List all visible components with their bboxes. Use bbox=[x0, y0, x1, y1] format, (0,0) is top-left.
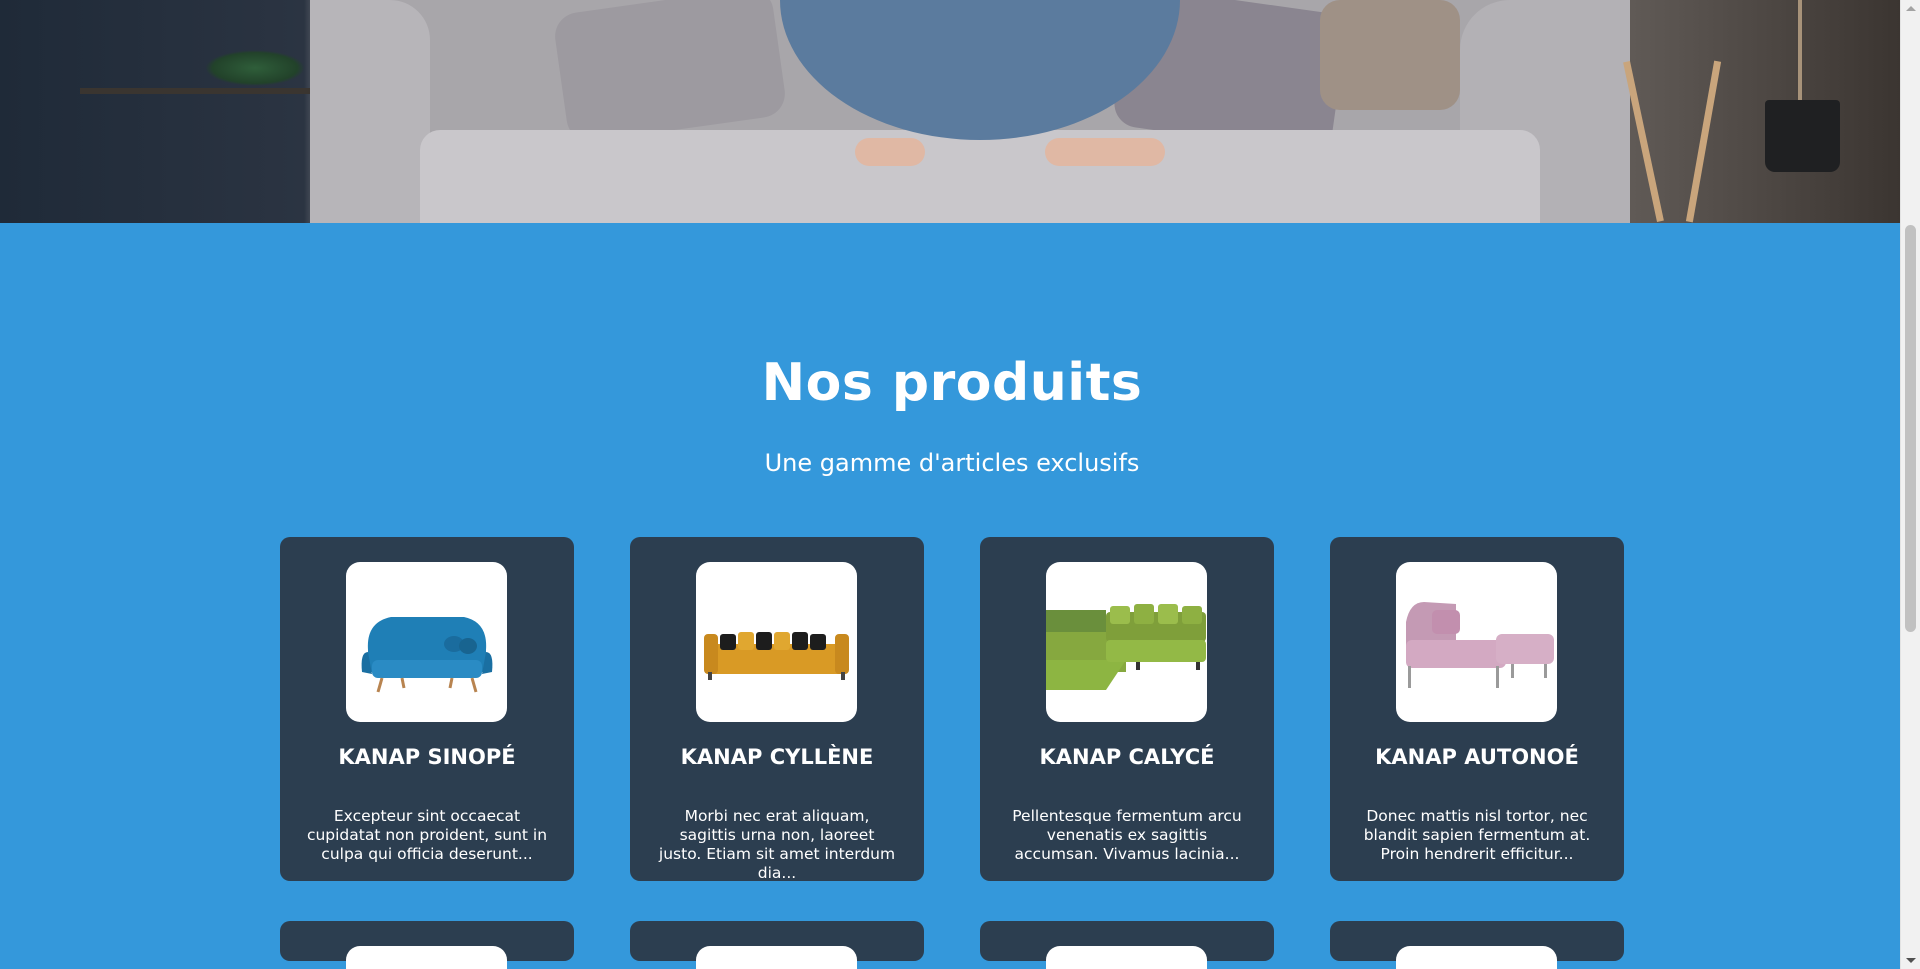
product-image bbox=[696, 562, 857, 722]
yellow-sofa-icon bbox=[704, 632, 849, 680]
product-card[interactable] bbox=[630, 921, 924, 969]
product-image bbox=[1396, 562, 1557, 722]
scroll-down-arrow-icon[interactable] bbox=[1906, 958, 1916, 963]
product-image bbox=[1396, 946, 1557, 969]
scrollbar-thumb[interactable] bbox=[1905, 225, 1916, 632]
product-name: KANAP CALYCÉ bbox=[1039, 745, 1215, 769]
scroll-up-arrow-icon[interactable] bbox=[1906, 6, 1916, 11]
product-image bbox=[1046, 946, 1207, 969]
product-image bbox=[346, 946, 507, 969]
product-name: KANAP SINOPÉ bbox=[338, 745, 516, 769]
pink-sofa-bed-icon bbox=[1406, 602, 1554, 688]
vertical-scrollbar[interactable] bbox=[1900, 0, 1920, 969]
hero-pillow-beige bbox=[1320, 0, 1460, 110]
hero-sofa-arm-left bbox=[310, 0, 430, 223]
hero-banner-image bbox=[0, 0, 1900, 223]
product-image bbox=[696, 946, 857, 969]
product-description: Pellentesque fermentum arcu venenatis ex… bbox=[1012, 807, 1242, 863]
product-name: KANAP CYLLÈNE bbox=[680, 745, 874, 769]
product-image bbox=[1046, 562, 1207, 722]
products-section: Nos produits Une gamme d'articles exclus… bbox=[0, 223, 1900, 969]
product-card[interactable]: KANAP AUTONOÉ Donec mattis nisl tortor, … bbox=[1330, 537, 1624, 881]
hero-shelf bbox=[80, 88, 310, 94]
product-card[interactable] bbox=[1330, 921, 1624, 969]
hero-plant-pot bbox=[1765, 100, 1840, 172]
product-description: Morbi nec erat aliquam, sagittis urna no… bbox=[658, 807, 896, 882]
product-name: KANAP AUTONOÉ bbox=[1375, 745, 1579, 769]
section-title: Nos produits bbox=[761, 353, 1143, 413]
product-card[interactable]: KANAP CALYCÉ Pellentesque fermentum arcu… bbox=[980, 537, 1274, 881]
blue-armchair-sofa-icon bbox=[361, 617, 493, 693]
product-description: Donec mattis nisl tortor, nec blandit sa… bbox=[1363, 807, 1591, 863]
product-description: Excepteur sint occaecat cupidatat non pr… bbox=[306, 807, 548, 863]
hero-plant bbox=[205, 50, 305, 86]
page: Nos produits Une gamme d'articles exclus… bbox=[0, 0, 1920, 969]
hero-plant-branch bbox=[1798, 0, 1802, 100]
product-card[interactable]: KANAP SINOPÉ Excepteur sint occaecat cup… bbox=[280, 537, 574, 881]
product-card[interactable] bbox=[280, 921, 574, 969]
green-corner-sofa-icon bbox=[1046, 604, 1206, 690]
product-image bbox=[346, 562, 507, 722]
hero-feet bbox=[855, 138, 1175, 178]
product-card[interactable] bbox=[980, 921, 1274, 969]
section-subtitle: Une gamme d'articles exclusifs bbox=[764, 449, 1140, 477]
product-card[interactable]: KANAP CYLLÈNE Morbi nec erat aliquam, sa… bbox=[630, 537, 924, 882]
hero-chair-leg bbox=[1685, 60, 1722, 223]
